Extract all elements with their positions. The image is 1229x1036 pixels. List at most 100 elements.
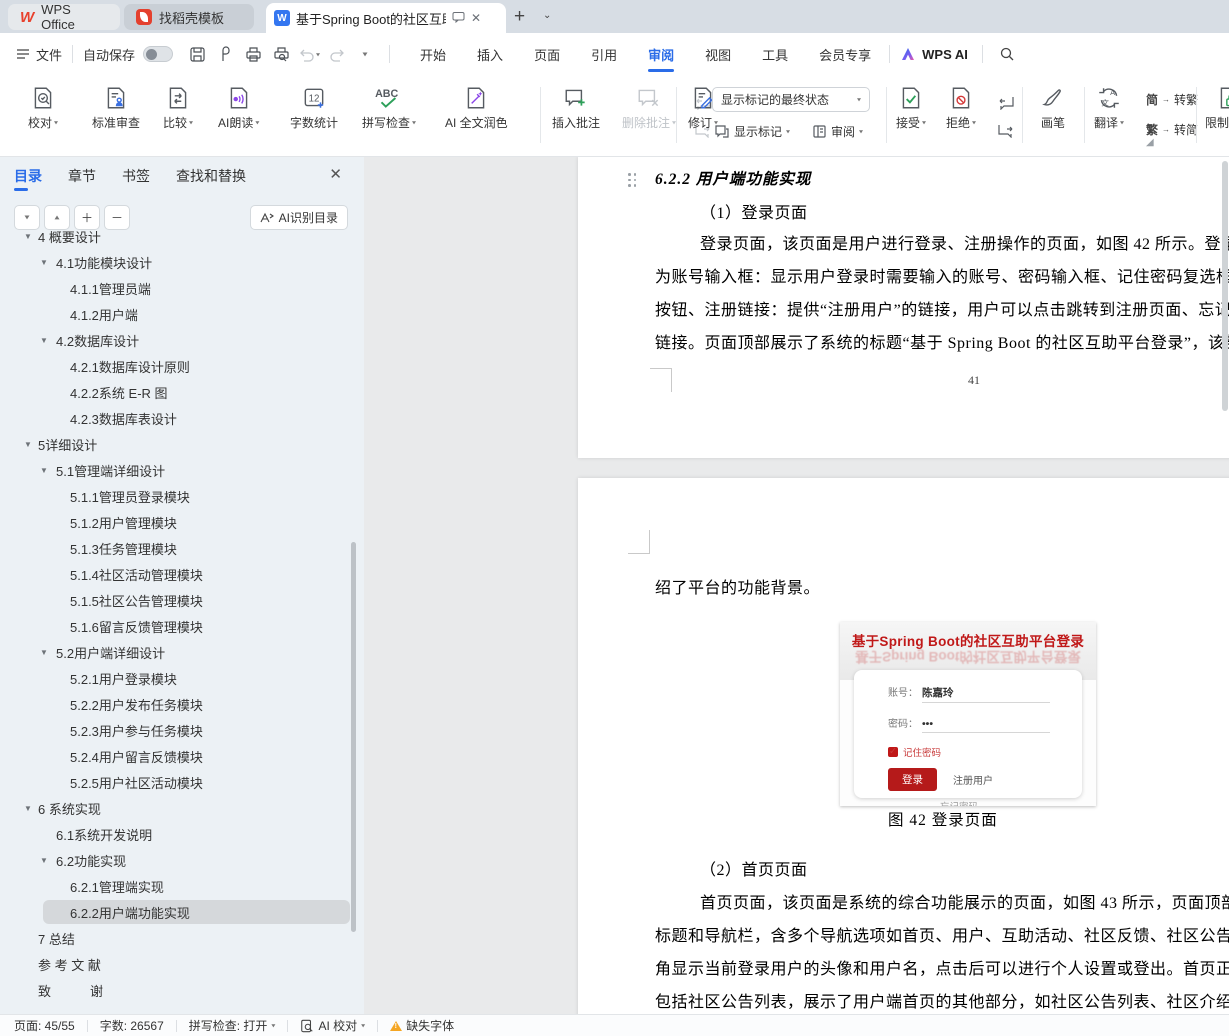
menu-item-insert[interactable]: 插入 xyxy=(475,41,505,68)
close-tab-icon[interactable]: ✕ xyxy=(471,11,481,25)
outline-item[interactable]: ▼ 5详细设计 xyxy=(0,431,364,457)
word-count-button[interactable]: 12 字数统计 xyxy=(290,85,338,131)
outline-item[interactable]: ▼ 致 谢 xyxy=(0,977,364,1003)
zoom-in-outline-button[interactable]: ＋ xyxy=(74,205,100,230)
sidebar-tab-contents[interactable]: 目录 xyxy=(14,166,42,191)
ink-brush-button[interactable]: 画笔 xyxy=(1040,85,1066,131)
collapse-all-button[interactable]: ▾ xyxy=(14,205,40,230)
outline-item[interactable]: ▼ 6.2.2用户端功能实现 xyxy=(0,899,364,925)
print-preview-icon[interactable] xyxy=(269,42,293,66)
paragraph-drag-handle-icon[interactable] xyxy=(628,173,641,188)
outline-expand-arrow-icon[interactable]: ▼ xyxy=(40,466,48,475)
markup-state-dropdown[interactable]: 显示标记的最终状态 ▾ xyxy=(712,87,870,112)
spell-check-status[interactable]: 拼写检查: 打开 ▾ xyxy=(189,1017,276,1034)
tab-document-active[interactable]: W 基于Spring Boot的社区互助 ✕ xyxy=(266,3,506,33)
menu-item-home[interactable]: 开始 xyxy=(418,41,448,68)
sidebar-tab-chapters[interactable]: 章节 xyxy=(68,166,96,191)
document-scrollbar[interactable] xyxy=(1222,161,1228,411)
ai-recognize-toc-button[interactable]: AI识别目录 xyxy=(249,205,348,230)
ai-read-aloud-button[interactable]: AI朗读 ▾ xyxy=(218,85,259,131)
new-tab-button[interactable]: + xyxy=(514,6,525,28)
autosave-toggle[interactable] xyxy=(143,46,174,62)
outline-item[interactable]: ▼ 5.1.6留言反馈管理模块 xyxy=(0,613,364,639)
outline-item[interactable]: ▼ 5.1.3任务管理模块 xyxy=(0,535,364,561)
outline-item[interactable]: ▼ 4.1功能模块设计 xyxy=(0,249,364,275)
undo-icon[interactable]: ▾ xyxy=(297,42,321,66)
outline-item[interactable]: ▼ 5.2.4用户留言反馈模块 xyxy=(0,743,364,769)
word-count-indicator[interactable]: 字数: 26567 xyxy=(100,1017,164,1034)
print-icon[interactable] xyxy=(241,42,265,66)
accept-change-button[interactable]: 接受 ▾ xyxy=(896,85,926,131)
outline-item[interactable]: ▼ 4.2.1数据库设计原则 xyxy=(0,353,364,379)
comment-bubble-icon[interactable] xyxy=(452,11,465,26)
outline-expand-arrow-icon[interactable]: ▼ xyxy=(40,336,48,345)
outline-item[interactable]: ▼ 6.2功能实现 xyxy=(0,847,364,873)
review-pane-button[interactable]: 审阅 ▾ xyxy=(812,123,863,140)
reject-change-button[interactable]: 拒绝 ▾ xyxy=(946,85,976,131)
outline-expand-arrow-icon[interactable]: ▼ xyxy=(24,440,32,449)
restrict-editing-button[interactable]: 限制编辑 xyxy=(1205,85,1229,131)
outline-item[interactable]: ▼ 6 系统实现 xyxy=(0,795,364,821)
ai-polish-button[interactable]: AI 全文润色 xyxy=(445,85,508,131)
search-icon[interactable] xyxy=(995,42,1019,66)
insert-comment-button[interactable]: 插入批注 xyxy=(552,85,600,131)
outline-expand-arrow-icon[interactable]: ▼ xyxy=(40,258,48,267)
tab-wps-office[interactable]: W WPS Office xyxy=(8,2,120,32)
proofread-button[interactable]: 校对 ▾ xyxy=(28,85,58,131)
to-simplified-button[interactable]: 繁 → 转简 xyxy=(1146,121,1198,138)
outline-expand-arrow-icon[interactable]: ▼ xyxy=(40,856,48,865)
outline-item[interactable]: ▼ 参 考 文 献 xyxy=(0,951,364,977)
outline-item[interactable]: ▼ 4.2.3数据库表设计 xyxy=(0,405,364,431)
menu-item-tools[interactable]: 工具 xyxy=(760,41,790,68)
outline-item[interactable]: ▼ 7 总结 xyxy=(0,925,364,951)
outline-item[interactable]: ▼ 4.1.1管理员端 xyxy=(0,275,364,301)
page-indicator[interactable]: 页面: 45/55 xyxy=(14,1017,75,1034)
outline-item[interactable]: ▼ 5.2.5用户社区活动模块 xyxy=(0,769,364,795)
save-icon[interactable] xyxy=(185,42,209,66)
outline-expand-arrow-icon[interactable]: ▼ xyxy=(24,804,32,813)
ai-proofread-status[interactable]: AI 校对 ▾ xyxy=(300,1017,365,1034)
outline-item[interactable]: ▼ 5.2.1用户登录模块 xyxy=(0,665,364,691)
redo-icon[interactable] xyxy=(325,42,349,66)
outline-item[interactable]: ▼ 5.1.1管理员登录模块 xyxy=(0,483,364,509)
tab-docer-templates[interactable]: 找稻壳模板 xyxy=(124,4,254,30)
menu-item-review[interactable]: 审阅 xyxy=(646,41,676,72)
document-page-41[interactable]: 6.2.2 用户端功能实现 （1）登录页面 登录页面，该页面是用户进行登录、注册… xyxy=(578,157,1229,458)
outline-item[interactable]: ▼ 4.2数据库设计 xyxy=(0,327,364,353)
outline-item[interactable]: ▼ 5.1管理端详细设计 xyxy=(0,457,364,483)
quickbar-chevron-icon[interactable]: ▾ xyxy=(353,42,377,66)
group-expand-icon[interactable]: ◢ xyxy=(1146,137,1154,148)
menu-item-reference[interactable]: 引用 xyxy=(589,41,619,68)
spell-check-button[interactable]: ABC 拼写检查 ▾ xyxy=(362,85,416,131)
missing-font-warning[interactable]: 缺失字体 xyxy=(390,1017,454,1034)
outline-item[interactable]: ▼ 4.1.2用户端 xyxy=(0,301,364,327)
tab-list-chevron-icon[interactable]: ⌄ xyxy=(543,10,551,21)
zoom-out-outline-button[interactable]: － xyxy=(104,205,130,230)
menu-item-page[interactable]: 页面 xyxy=(532,41,562,68)
outline-item[interactable]: ▼ 6.2.1管理端实现 xyxy=(0,873,364,899)
to-traditional-button[interactable]: 简 → 转繁 xyxy=(1146,91,1198,108)
export-pdf-icon[interactable] xyxy=(213,42,237,66)
outline-item[interactable]: ▼ 5.1.5社区公告管理模块 xyxy=(0,587,364,613)
outline-item[interactable]: ▼ 5.2.3用户参与任务模块 xyxy=(0,717,364,743)
sidebar-scrollbar[interactable] xyxy=(351,542,356,932)
menu-item-member[interactable]: 会员专享 xyxy=(817,41,873,68)
outline-expand-arrow-icon[interactable]: ▼ xyxy=(40,648,48,657)
standard-review-button[interactable]: 标准审查 xyxy=(92,85,140,131)
translate-button[interactable]: A 文 翻译 ▾ xyxy=(1094,85,1124,131)
close-sidebar-icon[interactable]: ✕ xyxy=(329,165,342,183)
next-change-icon[interactable] xyxy=(995,121,1017,139)
outline-item[interactable]: ▼ 5.2用户端详细设计 xyxy=(0,639,364,665)
compare-button[interactable]: 比较 ▾ xyxy=(163,85,193,131)
show-markup-button[interactable]: 显示标记 ▾ xyxy=(714,123,790,140)
wps-ai-button[interactable]: WPS AI xyxy=(900,47,968,62)
expand-all-button[interactable]: ▴ xyxy=(44,205,70,230)
outline-item[interactable]: ▼ 5.1.4社区活动管理模块 xyxy=(0,561,364,587)
outline-item[interactable]: ▼ 4 概要设计 xyxy=(0,231,364,249)
menu-item-view[interactable]: 视图 xyxy=(703,41,733,68)
delete-comment-button[interactable]: 删除批注 ▾ xyxy=(622,85,676,131)
document-page-42[interactable]: 绍了平台的功能背景。 基于Spring Boot的社区互助平台登录 基于Spri… xyxy=(578,478,1229,1014)
file-menu-button[interactable]: 文件 xyxy=(16,45,62,64)
outline-item[interactable]: ▼ 4.2.2系统 E-R 图 xyxy=(0,379,364,405)
outline-item[interactable]: ▼ 6.1系统开发说明 xyxy=(0,821,364,847)
